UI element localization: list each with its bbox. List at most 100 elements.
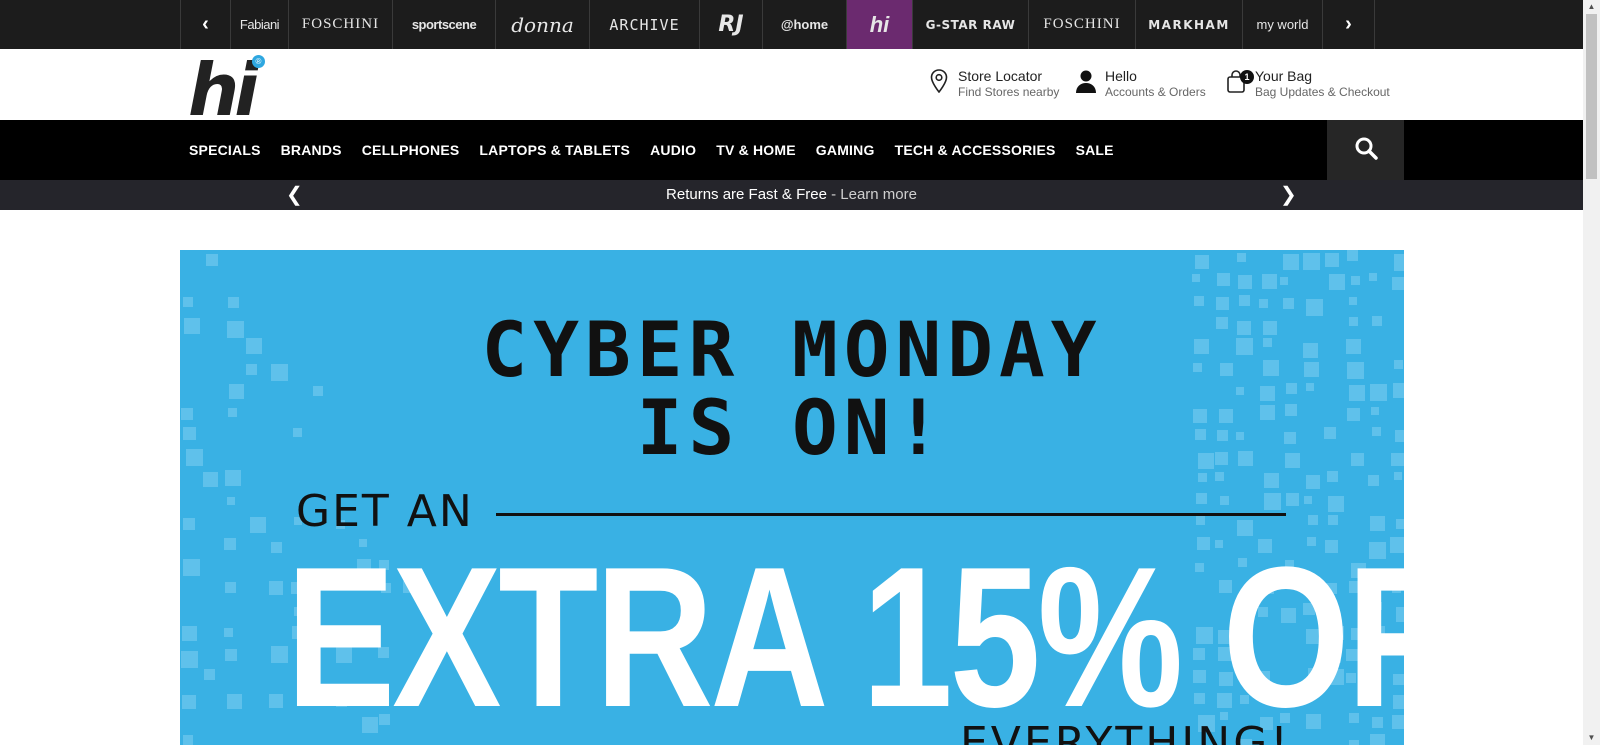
brand-home[interactable]: @home bbox=[763, 0, 847, 49]
brand-archive[interactable]: ARCHIVE bbox=[590, 0, 700, 49]
brand-rj[interactable]: RJ bbox=[700, 0, 763, 49]
map-pin-icon bbox=[928, 68, 950, 94]
pattern-square bbox=[1280, 277, 1289, 286]
pattern-square bbox=[1259, 299, 1269, 309]
nav-gaming[interactable]: GAMING bbox=[816, 142, 875, 158]
brand-my-world[interactable]: my world bbox=[1243, 0, 1323, 49]
pattern-square bbox=[1328, 495, 1345, 512]
brand-markham[interactable]: MARKHAM bbox=[1136, 0, 1243, 49]
account-subtitle: Accounts & Orders bbox=[1105, 85, 1206, 99]
pattern-square bbox=[182, 734, 193, 745]
brand-foschini-2[interactable]: FOSCHINI bbox=[1029, 0, 1136, 49]
logo-badge: ® bbox=[252, 55, 265, 68]
brand-strip: ‹ Fabiani FOSCHINI sportscene donna ARCH… bbox=[0, 0, 1583, 49]
pattern-square bbox=[227, 496, 236, 505]
brand-sportscene[interactable]: sportscene bbox=[393, 0, 496, 49]
nav-laptops-tablets[interactable]: LAPTOPS & TABLETS bbox=[479, 142, 630, 158]
chevron-right-icon: › bbox=[1345, 13, 1352, 35]
pattern-square bbox=[1197, 472, 1207, 482]
pattern-square bbox=[182, 297, 193, 308]
search-button[interactable] bbox=[1327, 120, 1404, 180]
pattern-square bbox=[1283, 298, 1295, 310]
hero-headline: EXTRA 15% OFF bbox=[286, 526, 1404, 745]
pattern-square bbox=[1368, 475, 1380, 487]
store-locator-link[interactable]: Store Locator Find Stores nearby bbox=[928, 68, 1059, 100]
account-link[interactable]: Hello Accounts & Orders bbox=[1075, 68, 1206, 100]
pattern-square bbox=[1216, 297, 1230, 311]
nav-audio[interactable]: AUDIO bbox=[650, 142, 696, 158]
nav-cellphones[interactable]: CELLPHONES bbox=[362, 142, 460, 158]
pattern-square bbox=[1263, 493, 1281, 511]
pattern-square bbox=[1307, 514, 1318, 525]
pattern-square bbox=[182, 694, 197, 709]
promo-strip: Returns are Fast & Free - Learn more ❮ ❯ bbox=[0, 180, 1583, 210]
promo-learn-more-link[interactable]: Learn more bbox=[840, 186, 917, 203]
pattern-square bbox=[225, 470, 241, 487]
pattern-square bbox=[1348, 296, 1357, 305]
brand-prev-button[interactable]: ‹ bbox=[181, 0, 231, 49]
store-locator-subtitle: Find Stores nearby bbox=[958, 85, 1060, 99]
pattern-square bbox=[1262, 273, 1278, 289]
scroll-thumb[interactable] bbox=[1586, 14, 1597, 179]
nav-tv-home[interactable]: TV & HOME bbox=[716, 142, 796, 158]
pattern-square bbox=[269, 581, 283, 596]
pattern-square bbox=[1237, 252, 1247, 262]
nav-items: SPECIALS BRANDS CELLPHONES LAPTOPS & TAB… bbox=[189, 120, 1134, 180]
chevron-left-icon: ❮ bbox=[286, 184, 303, 206]
nav-brands[interactable]: BRANDS bbox=[281, 142, 342, 158]
pattern-square bbox=[202, 471, 218, 487]
pattern-square bbox=[269, 694, 284, 709]
pattern-square bbox=[1282, 253, 1299, 270]
pattern-square bbox=[225, 581, 237, 593]
pattern-square bbox=[1368, 272, 1377, 281]
nav-specials[interactable]: SPECIALS bbox=[189, 142, 261, 158]
brand-donna[interactable]: donna bbox=[496, 0, 590, 49]
search-icon bbox=[1354, 136, 1378, 165]
pattern-square bbox=[1195, 255, 1210, 270]
pattern-square bbox=[1193, 295, 1204, 306]
pattern-square bbox=[1329, 274, 1346, 291]
pattern-square bbox=[270, 541, 282, 553]
chevron-right-icon: ❯ bbox=[1280, 184, 1297, 206]
nav-sale[interactable]: SALE bbox=[1076, 142, 1114, 158]
nav-tech-accessories[interactable]: TECH & ACCESSORIES bbox=[895, 142, 1056, 158]
pattern-square bbox=[227, 296, 239, 308]
page-scrollbar[interactable]: ▲ ▼ bbox=[1583, 0, 1600, 745]
brand-next-button[interactable]: › bbox=[1323, 0, 1375, 49]
brand-foschini[interactable]: FOSCHINI bbox=[289, 0, 393, 49]
pattern-square bbox=[1219, 496, 1229, 506]
pattern-square bbox=[1238, 295, 1250, 307]
brand-gstar-raw[interactable]: G-STAR RAW bbox=[913, 0, 1029, 49]
scroll-down-icon[interactable]: ▼ bbox=[1583, 731, 1600, 745]
promo-next-button[interactable]: ❯ bbox=[1280, 180, 1297, 210]
pattern-square bbox=[1192, 274, 1201, 283]
site-logo[interactable]: hi bbox=[188, 54, 259, 126]
pattern-square bbox=[206, 253, 219, 266]
pattern-square bbox=[224, 648, 237, 661]
brand-fabiani[interactable]: Fabiani bbox=[231, 0, 289, 49]
pattern-square bbox=[181, 651, 199, 669]
pattern-square bbox=[1263, 472, 1279, 488]
pattern-square bbox=[183, 518, 196, 531]
pattern-square bbox=[1328, 515, 1339, 526]
pattern-square bbox=[1196, 516, 1206, 526]
pattern-square bbox=[1285, 492, 1299, 506]
hero-title-line1: CYBER MONDAY bbox=[481, 305, 1103, 394]
brand-hi[interactable]: hi bbox=[847, 0, 913, 49]
scroll-up-icon[interactable]: ▲ bbox=[1583, 0, 1600, 14]
pattern-square bbox=[1305, 475, 1320, 490]
hero-tail: EVERYTHING! bbox=[960, 718, 1291, 745]
promo-prev-button[interactable]: ❮ bbox=[286, 180, 303, 210]
pattern-square bbox=[1392, 276, 1404, 290]
pattern-square bbox=[1216, 272, 1230, 286]
hero-banner[interactable]: CYBER MONDAY IS ON! GET AN EXTRA 15% OFF… bbox=[180, 250, 1404, 745]
pattern-square bbox=[204, 669, 216, 681]
pattern-square bbox=[1393, 471, 1402, 480]
pattern-square bbox=[182, 626, 198, 642]
promo-text: Returns are Fast & Free bbox=[666, 186, 827, 203]
pattern-square bbox=[1325, 252, 1340, 267]
pattern-square bbox=[1303, 496, 1312, 505]
brand-carousel: ‹ Fabiani FOSCHINI sportscene donna ARCH… bbox=[180, 0, 1375, 49]
pattern-square bbox=[1214, 471, 1224, 481]
pattern-square bbox=[1351, 276, 1361, 286]
